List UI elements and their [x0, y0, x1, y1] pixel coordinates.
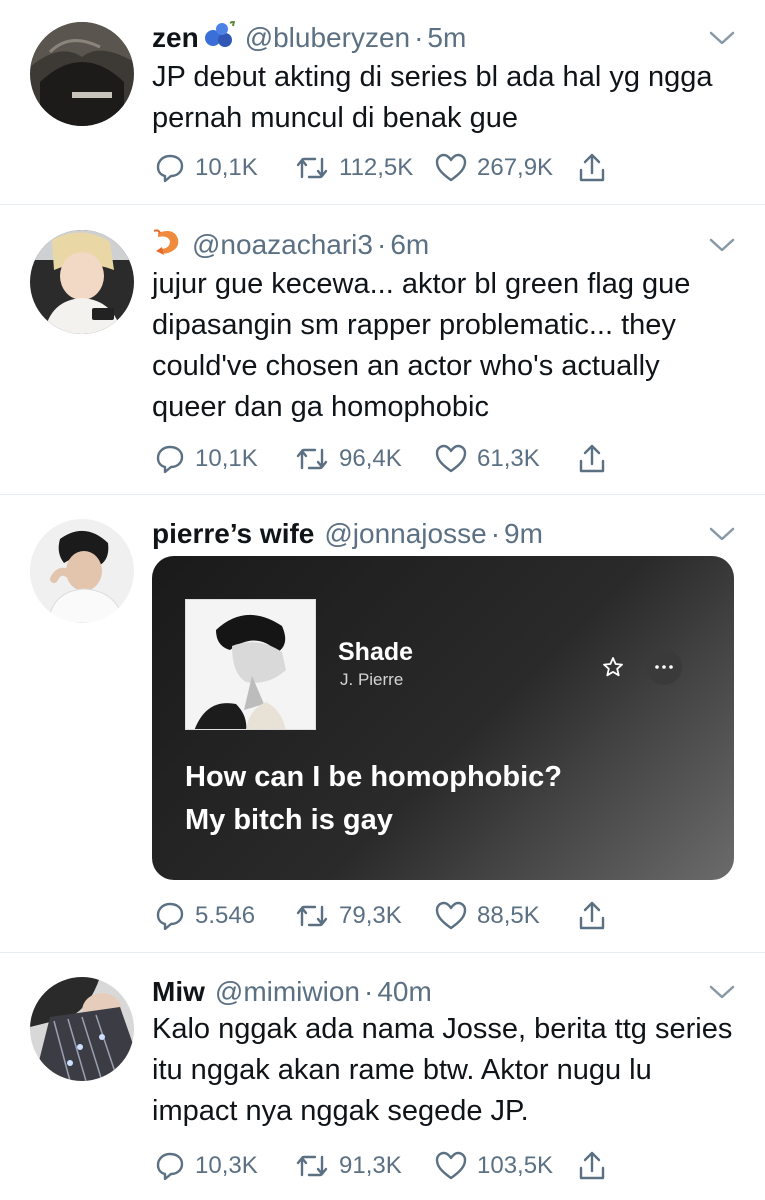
separator-dot: ·	[364, 976, 374, 1007]
lyric-line: How can I be homophobic?	[185, 761, 562, 793]
tweet-header: @noazachari3 · 6m	[152, 225, 725, 265]
timestamp[interactable]: 5m	[427, 22, 466, 54]
retweet-icon	[296, 448, 328, 470]
reply-count: 10,3K	[195, 1152, 258, 1179]
share-icon	[579, 1151, 605, 1180]
share-button[interactable]	[577, 900, 607, 932]
like-count: 88,5K	[477, 902, 540, 929]
tweet-text: Kalo nggak ada nama Josse, berita ttg se…	[152, 1013, 733, 1127]
tweet-4[interactable]: Miw @mimiwion · 40m Kalo nggak ada nama …	[0, 953, 765, 1200]
separator-dot: ·	[490, 518, 501, 549]
tweet-header: zen @bluberyzen · 5m	[152, 18, 725, 58]
handle[interactable]: @bluberyzen	[245, 22, 410, 54]
like-count: 103,5K	[477, 1152, 554, 1179]
share-icon	[579, 153, 605, 182]
avatar[interactable]	[30, 230, 134, 334]
handle[interactable]: @mimiwion	[215, 976, 360, 1008]
more-icon[interactable]	[646, 649, 682, 685]
like-button[interactable]: 88,5K	[435, 901, 577, 931]
reply-count: 10,1K	[195, 445, 258, 472]
share-button[interactable]	[577, 1150, 607, 1182]
like-count: 61,3K	[477, 445, 540, 472]
display-name[interactable]: pierre’s wife	[152, 518, 314, 550]
tweet-text: JP debut akting di series bl ada hal yg …	[152, 61, 713, 134]
tweet-actions: 5.546 79,3K 88,5K	[155, 898, 607, 934]
handle[interactable]: @noazachari3	[192, 229, 373, 261]
like-icon	[435, 901, 467, 930]
avatar[interactable]	[30, 22, 134, 126]
timestamp[interactable]: 6m	[390, 229, 429, 261]
retweet-count: 96,4K	[339, 445, 402, 472]
avatar[interactable]	[30, 977, 134, 1081]
retweet-icon	[296, 905, 328, 927]
display-name[interactable]: zen	[152, 22, 199, 54]
reply-icon	[156, 1152, 184, 1181]
reply-count: 5.546	[195, 902, 256, 929]
retweet-count: 91,3K	[339, 1152, 402, 1179]
retweet-count: 79,3K	[339, 902, 402, 929]
album-cover[interactable]	[185, 599, 316, 730]
tweet-text: jujur gue kecewa... aktor bl green flag …	[152, 268, 691, 423]
avatar-image	[30, 22, 134, 126]
avatar-image	[30, 519, 134, 623]
reply-count: 10,1K	[195, 154, 258, 181]
separator-dot: ·	[376, 229, 387, 260]
display-name[interactable]: Miw	[152, 976, 205, 1008]
avatar[interactable]	[30, 519, 134, 623]
retweet-button[interactable]: 112,5K	[295, 153, 435, 183]
reply-button[interactable]: 5.546	[155, 901, 295, 931]
timestamp[interactable]: 40m	[377, 976, 431, 1008]
share-button[interactable]	[577, 443, 607, 475]
like-button[interactable]: 267,9K	[435, 153, 577, 183]
avatar-image	[30, 977, 134, 1081]
like-button[interactable]: 103,5K	[435, 1151, 577, 1181]
share-icon	[579, 901, 605, 930]
like-icon	[435, 1151, 467, 1180]
like-count: 267,9K	[477, 154, 554, 181]
separator-dot: ·	[414, 22, 424, 53]
like-icon	[435, 444, 467, 473]
share-icon	[579, 444, 605, 473]
retweet-button[interactable]: 79,3K	[295, 901, 435, 931]
tweet-actions: 10,1K 96,4K 61,3K	[155, 441, 607, 477]
lyric-card[interactable]: Shade J. Pierre How can I be homophobic?…	[152, 556, 734, 880]
reply-button[interactable]: 10,1K	[155, 444, 295, 474]
retweet-button[interactable]: 91,3K	[295, 1151, 435, 1181]
shrimp-emoji-icon	[152, 227, 184, 264]
blueberry-emoji-icon	[203, 18, 237, 56]
reply-button[interactable]: 10,3K	[155, 1151, 295, 1181]
handle[interactable]: @jonnajosse	[324, 518, 486, 550]
reply-button[interactable]: 10,1K	[155, 153, 295, 183]
like-button[interactable]: 61,3K	[435, 444, 577, 474]
lyric-line: My bitch is gay	[185, 804, 393, 836]
chevron-down-icon[interactable]	[709, 237, 735, 253]
tweet-actions: 10,1K 112,5K 267,9K	[155, 150, 607, 186]
retweet-count: 112,5K	[339, 154, 414, 181]
lyric-text: How can I be homophobic? My bitch is gay	[185, 756, 562, 842]
share-button[interactable]	[577, 152, 607, 184]
tweet-header: Miw @mimiwion · 40m	[152, 972, 725, 1012]
like-icon	[435, 153, 467, 182]
reply-icon	[156, 154, 184, 183]
reply-icon	[156, 902, 184, 931]
chevron-down-icon[interactable]	[709, 30, 735, 46]
retweet-button[interactable]: 96,4K	[295, 444, 435, 474]
song-title: Shade	[338, 638, 414, 666]
timestamp[interactable]: 9m	[504, 518, 543, 550]
tweet-header: pierre’s wife @jonnajosse · 9m	[152, 514, 725, 554]
artist-name: J. Pierre	[340, 670, 404, 689]
album-cover-image	[186, 600, 315, 729]
tweet-2[interactable]: @noazachari3 · 6m jujur gue kecewa... ak…	[0, 205, 765, 495]
tweet-1[interactable]: zen @bluberyzen · 5m JP debut akting di …	[0, 0, 765, 205]
chevron-down-icon[interactable]	[709, 984, 735, 1000]
chevron-down-icon[interactable]	[709, 526, 735, 542]
avatar-image	[30, 230, 134, 334]
reply-icon	[156, 445, 184, 474]
retweet-icon	[296, 157, 328, 179]
retweet-icon	[296, 1155, 328, 1177]
star-icon[interactable]	[602, 656, 624, 678]
tweet-actions: 10,3K 91,3K 103,5K	[155, 1148, 607, 1184]
